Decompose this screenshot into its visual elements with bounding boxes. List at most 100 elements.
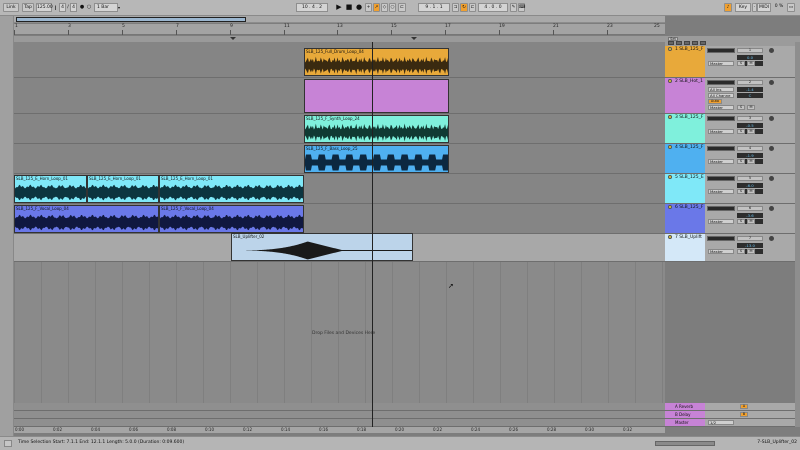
track-activator-icon[interactable] [668,205,672,209]
solo-button[interactable]: S [737,105,745,110]
clip-horn-loop[interactable]: SLB_125_E_Horn_Loop_01 [159,175,304,203]
track-volume[interactable]: 0.0 [737,55,763,60]
arm-record-icon[interactable] [769,80,774,85]
track-number-button[interactable]: 5 [737,176,763,181]
arm-record-icon[interactable] [769,48,774,53]
zoom-slider[interactable] [655,441,715,446]
output-dropdown[interactable]: Master [708,249,734,254]
track-name[interactable]: 2 SLB_Hot_1 [675,79,703,84]
arm-record-icon[interactable] [769,236,774,241]
track-name[interactable]: B Delay [675,412,691,417]
monitor-auto-button[interactable]: Auto [708,99,722,104]
clip-vocal-loop[interactable]: SLB_125_F_Vocal_Loop_04 [159,205,304,233]
track-activator-icon[interactable] [668,235,672,239]
loop-start-marker[interactable] [230,37,236,40]
track-name[interactable]: 6 SLB_125_F [675,205,703,210]
beat-time-ruler[interactable]: 1 3 5 7 9 11 13 15 17 19 21 23 25 [14,24,665,35]
track-activator-icon[interactable] [668,175,672,179]
session-record-icon[interactable]: ○ [389,3,396,12]
track-volume[interactable]: -13.0 [737,243,763,248]
return-letter-button[interactable]: B [740,412,748,417]
solo-button[interactable]: S [737,129,745,134]
track-activator-icon[interactable] [668,145,672,149]
track-name[interactable]: 7 SLB_Uplift [675,235,702,240]
arm-record-icon[interactable] [769,176,774,181]
clip-drum-loop[interactable]: SLB_125_Full_Drum_Loop_04 [304,48,449,76]
clip-horn-loop[interactable]: SLB_125_E_Horn_Loop_01 [14,175,87,203]
loop-length-field[interactable]: 4 . 0 . 0 [478,3,508,12]
track-name[interactable]: 1 SLB_125_F [675,47,703,52]
arm-record-icon[interactable] [769,146,774,151]
arrangement-position[interactable]: 10 . 4 . 2 [296,3,328,12]
input-type-dropdown[interactable]: All Ins [708,87,734,92]
tempo-field[interactable]: 125.00 [36,3,53,12]
solo-button[interactable]: S [737,219,745,224]
computer-keyboard-icon[interactable]: ⌨ [518,3,526,12]
overview-selection[interactable] [16,17,246,22]
play-icon[interactable]: ▶ [335,3,343,12]
track-volume[interactable]: -1.4 [737,87,763,92]
track-activator-icon[interactable] [668,115,672,119]
punch-out-icon[interactable]: ⊏ [469,3,476,12]
clip-bass-loop[interactable]: SLB_125_F_Bass_Loop_25 [304,145,449,173]
time-ruler-bottom[interactable]: 0:00 0:02 0:04 0:06 0:08 0:10 0:12 0:14 0:16 0:18… [14,427,665,433]
track-activator-icon[interactable] [668,47,672,51]
track-view-icon[interactable] [692,41,698,45]
loop-end-marker[interactable] [411,37,417,40]
return-lane-b[interactable] [14,411,665,419]
tap-button[interactable]: Tap [22,3,34,12]
track-number-button[interactable]: 4 [737,146,763,151]
track-header[interactable]: 6 SLB_125_F6-3.6CMasterSM [665,204,795,234]
link-button[interactable]: Link [3,3,19,12]
output-dropdown[interactable]: Master [708,105,734,110]
track-pan[interactable]: C [737,93,763,98]
key-map-button[interactable]: Key [735,3,751,12]
key-map-icon[interactable]: ♪ [724,3,732,12]
arm-record-icon[interactable] [769,206,774,211]
master-lane[interactable] [14,419,665,427]
record-icon[interactable]: ● [355,3,363,12]
clip-synth-loop[interactable]: SLB_125_F_Synth_Loop_24 [304,115,449,143]
arrangement-view[interactable]: SLB_125_Full_Drum_Loop_04 SLB_125_F_Synt… [14,42,665,427]
mute-button[interactable]: M [747,129,755,134]
track-header[interactable]: 4 SLB_125_F4-1.9CMasterSM [665,144,795,174]
track-volume[interactable]: -0.5 [737,123,763,128]
track-number-button[interactable]: 6 [737,206,763,211]
mute-button[interactable]: M [747,249,755,254]
output-dropdown[interactable]: Master [708,219,734,224]
browser-toggle-strip[interactable] [0,16,14,436]
quantize-dropdown[interactable]: 1 Bar [94,3,118,12]
clip-horn-loop[interactable]: SLB_125_E_Horn_Loop_01 [87,175,159,203]
track-volume[interactable]: -1.9 [737,153,763,158]
mute-button[interactable]: M [747,189,755,194]
overdub-icon[interactable]: + [365,3,372,12]
solo-button[interactable]: S [737,159,745,164]
track-header[interactable]: 1 SLB_125_F10.0CMasterSM [665,46,795,78]
metronome-toggle-icon[interactable]: ○ [86,3,92,12]
solo-button[interactable]: S [737,249,745,254]
track-name[interactable]: Master [675,420,689,425]
track-volume[interactable]: -3.6 [737,213,763,218]
loop-start-field[interactable]: 9 . 1 . 1 [418,3,450,12]
track-header[interactable]: 7 SLB_Uplift7-13.0CMasterSM [665,234,795,262]
return-track-header[interactable]: A Reverb A [665,403,795,411]
clip-midi[interactable] [304,79,449,113]
track-number-button[interactable]: 2 [737,80,763,85]
track-view-icon[interactable] [684,41,690,45]
track-name[interactable]: 3 SLB_125_F [675,115,703,120]
track-activator-icon[interactable] [668,79,672,83]
loop-switch-icon[interactable]: ↻ [460,3,468,12]
return-lane-a[interactable] [14,403,665,411]
solo-button[interactable]: S [737,189,745,194]
output-dropdown[interactable]: Master [708,61,734,66]
track-volume[interactable]: -6.0 [737,183,763,188]
output-dropdown[interactable]: Master [708,129,734,134]
solo-button[interactable]: S [737,61,745,66]
track-name[interactable]: A Reverb [675,404,693,409]
mute-button[interactable]: M [747,159,755,164]
punch-in-icon[interactable]: ⊐ [452,3,459,12]
track-header[interactable]: 3 SLB_125_F3-0.5CMasterSM [665,114,795,144]
tempo-nudge-icon[interactable]: ‖ [53,3,58,12]
track-view-icon[interactable] [676,41,682,45]
arrangement-overview[interactable] [14,16,665,23]
